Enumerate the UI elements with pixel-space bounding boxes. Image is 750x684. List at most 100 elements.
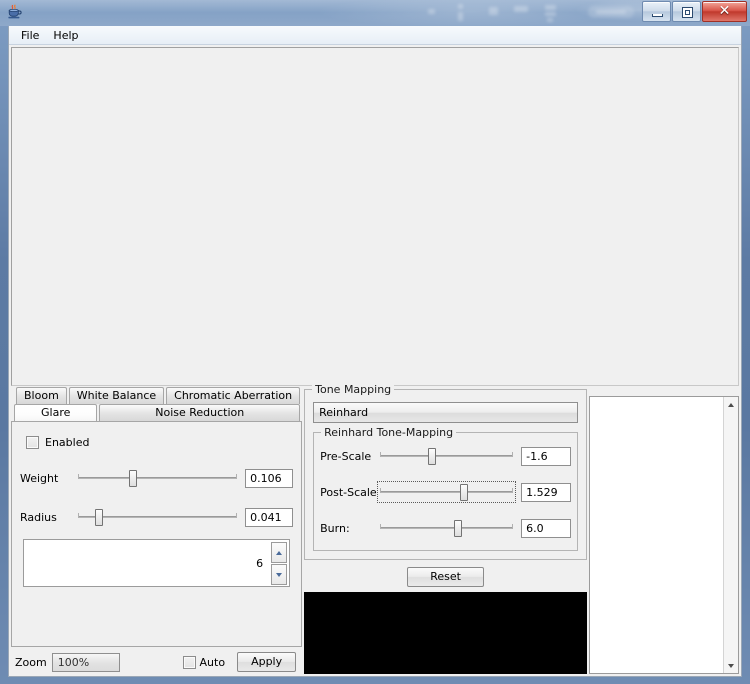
reset-button[interactable]: Reset (407, 567, 484, 587)
right-column (589, 387, 739, 674)
tab-glare[interactable]: Glare (14, 404, 98, 421)
client-area: File Help Bloom White Balance Chromatic … (8, 26, 742, 677)
scroll-up-icon (728, 402, 734, 407)
weight-label: Weight (20, 471, 59, 485)
tab-row-top: Bloom White Balance Chromatic Aberration (11, 387, 302, 404)
scroll-down-icon (728, 663, 734, 668)
layer-list[interactable] (589, 396, 739, 674)
slider-tick-left (380, 452, 382, 457)
radius-control-row: Radius 0.041 (20, 507, 294, 527)
scroll-down-button[interactable] (724, 658, 738, 673)
radius-value-field[interactable]: 0.041 (245, 507, 294, 527)
application-window: ✕ File Help Bloom White Balance Chromati… (0, 0, 750, 684)
post-scale-value-field[interactable]: 1.529 (521, 482, 572, 502)
burn-value-field[interactable]: 6.0 (521, 518, 572, 538)
slider-tick-right (236, 474, 238, 479)
weight-value-field[interactable]: 0.106 (245, 468, 294, 488)
menu-bar: File Help (9, 26, 741, 45)
menu-item-file[interactable]: File (14, 28, 46, 43)
aero-glass-sheen (0, 0, 750, 26)
desktop-ghost-shape (545, 5, 556, 10)
reset-row: Reset (304, 560, 587, 592)
view-toolbar: Zoom 100% Auto Apply (11, 650, 302, 674)
restore-button[interactable] (672, 1, 701, 22)
pre-scale-label: Pre-Scale (320, 449, 372, 463)
slider-track (78, 477, 238, 479)
tone-mapping-column: Tone Mapping Reinhard Reinhard Tone-Mapp… (304, 383, 588, 674)
apply-button[interactable]: Apply (237, 652, 297, 672)
slider-tick-right (512, 452, 514, 457)
pre-scale-value-field[interactable]: -1.6 (521, 446, 572, 466)
minimize-icon (652, 14, 663, 17)
spinner-up-button[interactable] (271, 542, 288, 563)
slider-tick-right (512, 488, 514, 493)
minimize-button[interactable] (642, 1, 671, 22)
title-bar[interactable]: ✕ (0, 0, 750, 26)
zoom-combobox[interactable]: 100% (51, 652, 120, 672)
auto-checkbox-group[interactable]: Auto (182, 655, 226, 669)
spinner-down-button[interactable] (271, 564, 288, 585)
glare-tab-panel: Enabled Weight 0.106 Radius 0.041 6 (11, 421, 303, 647)
slider-track (380, 455, 514, 457)
spinner-down-icon (276, 572, 283, 577)
pre-scale-slider[interactable] (378, 446, 515, 466)
radius-label: Radius (20, 510, 57, 524)
samples-spinner[interactable]: 6 (23, 539, 291, 587)
tab-bloom[interactable]: Bloom (16, 387, 67, 404)
auto-label: Auto (199, 655, 226, 669)
layer-list-scrollbar[interactable] (723, 397, 738, 673)
enabled-checkbox[interactable] (26, 436, 39, 449)
desktop-ghost-shape (428, 9, 435, 14)
spinner-container: 6 (23, 539, 291, 587)
reinhard-group: Reinhard Tone-Mapping Pre-Scale -1.6 Pos… (313, 426, 579, 551)
spinner-up-icon (276, 550, 283, 555)
enabled-label: Enabled (45, 436, 90, 449)
slider-track (380, 491, 514, 493)
slider-tick-left (78, 513, 79, 518)
slider-thumb[interactable] (460, 484, 469, 501)
pre-scale-control-row: Pre-Scale -1.6 (320, 446, 572, 466)
slider-tick-left (380, 524, 382, 529)
effects-tabbed-pane: Bloom White Balance Chromatic Aberration… (11, 387, 303, 647)
reinhard-group-title: Reinhard Tone-Mapping (321, 426, 457, 439)
slider-thumb[interactable] (129, 470, 138, 487)
scroll-up-button[interactable] (724, 397, 738, 412)
tone-mapping-group: Tone Mapping Reinhard Reinhard Tone-Mapp… (304, 383, 588, 560)
weight-control-row: Weight 0.106 (20, 468, 294, 488)
burn-label: Burn: (320, 521, 350, 535)
desktop-ghost-shape (547, 18, 553, 22)
post-scale-control-row: Post-Scale 1.529 (320, 481, 572, 503)
canvas-container (9, 45, 741, 387)
auto-checkbox[interactable] (182, 655, 196, 669)
post-scale-label: Post-Scale (320, 485, 377, 499)
effects-column: Bloom White Balance Chromatic Aberration… (11, 387, 303, 674)
slider-tick-right (512, 524, 514, 529)
desktop-ghost-shape (545, 12, 556, 16)
menu-item-help[interactable]: Help (46, 28, 85, 43)
slider-thumb[interactable] (427, 448, 436, 465)
enabled-checkbox-row[interactable]: Enabled (26, 436, 293, 449)
desktop-ghost-shape (458, 12, 463, 21)
restore-icon (682, 7, 693, 18)
tone-mapping-operator-combobox[interactable]: Reinhard (313, 402, 579, 423)
slider-thumb[interactable] (453, 520, 462, 537)
tab-white-balance[interactable]: White Balance (68, 387, 165, 404)
tab-noise-reduction[interactable]: Noise Reduction (99, 404, 301, 421)
tab-row-bottom: Glare Noise Reduction (11, 404, 302, 421)
post-scale-slider[interactable] (377, 481, 517, 503)
lower-panels: Bloom White Balance Chromatic Aberration… (9, 383, 741, 676)
window-controls: ✕ (642, 1, 747, 23)
close-button[interactable]: ✕ (702, 1, 747, 22)
slider-tick-left (380, 488, 382, 493)
spinner-value: 6 (256, 557, 264, 570)
slider-track (380, 527, 514, 529)
radius-slider[interactable] (76, 507, 239, 527)
histogram-display[interactable] (304, 592, 588, 674)
tab-chromatic-aberration[interactable]: Chromatic Aberration (166, 387, 301, 404)
desktop-ghost-shape (514, 6, 528, 12)
burn-slider[interactable] (378, 518, 515, 538)
slider-thumb[interactable] (94, 509, 103, 526)
weight-slider[interactable] (76, 468, 239, 488)
image-canvas[interactable] (11, 47, 739, 386)
tone-mapping-group-title: Tone Mapping (312, 383, 395, 396)
